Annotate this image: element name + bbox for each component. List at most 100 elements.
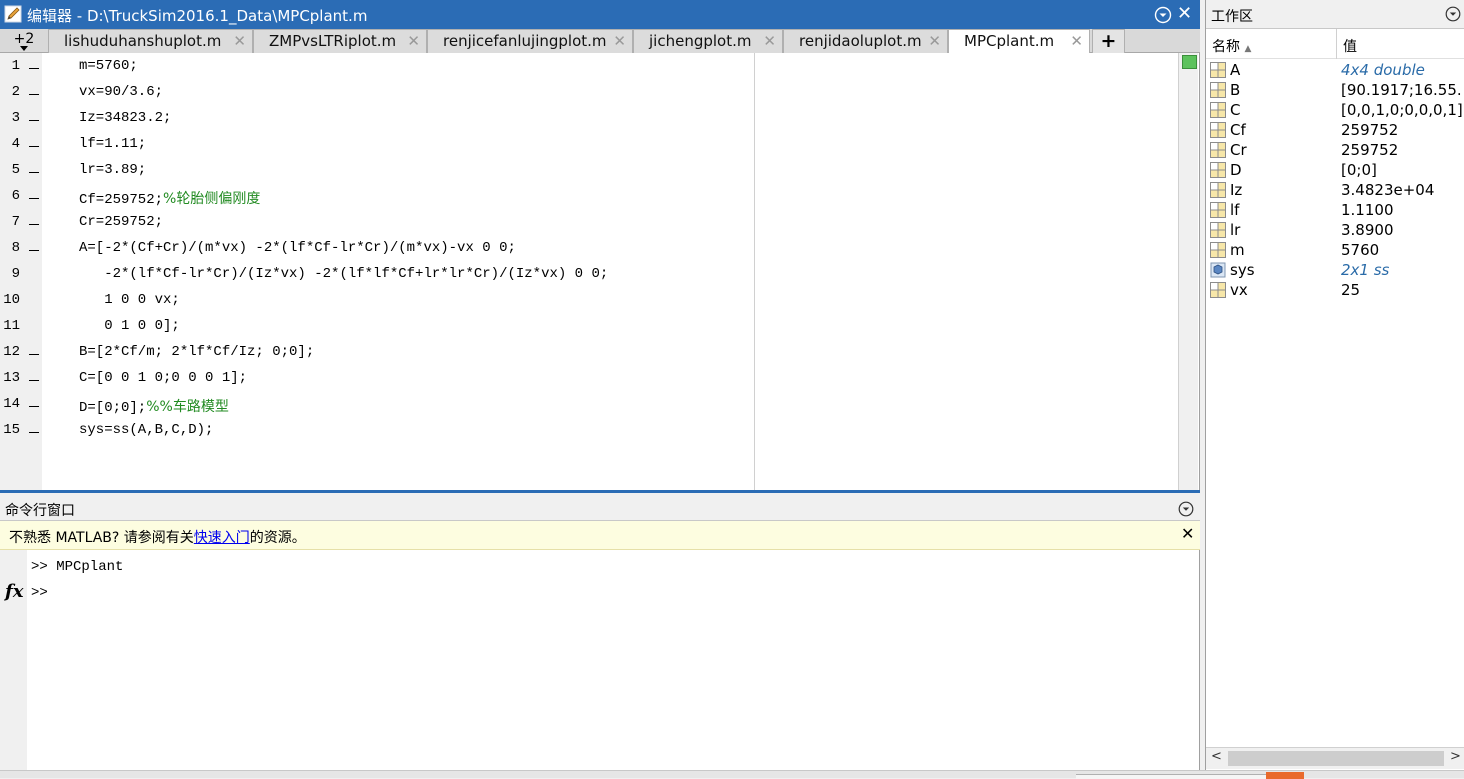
value-column-header[interactable]: 值 — [1343, 36, 1357, 56]
workspace-variable-row[interactable]: lr 3.8900 — [1206, 220, 1464, 240]
command-window-options-icon[interactable] — [1178, 501, 1194, 517]
workspace-variable-row[interactable]: vx 25 — [1206, 280, 1464, 300]
workspace-variable-row[interactable]: B [90.1917;16.55... — [1206, 80, 1464, 100]
hidden-tabs-count: +2 — [13, 31, 35, 47]
editor-tab[interactable]: renjicefanlujingplot.m ✕ — [427, 29, 633, 53]
variable-value: 1.1100 — [1341, 201, 1394, 219]
editor-tab[interactable]: jichengplot.m ✕ — [633, 29, 783, 53]
variable-name: m — [1230, 241, 1245, 259]
tab-close-icon[interactable]: ✕ — [763, 32, 776, 50]
breakpoint-dash[interactable] — [29, 406, 39, 407]
code-line[interactable]: Cf=259752;%轮胎侧偏刚度 — [79, 188, 260, 208]
code-line[interactable]: lr=3.89; — [79, 162, 146, 178]
code-line[interactable]: 0 1 0 0]; — [79, 318, 180, 334]
name-column-header[interactable]: 名称 ▲ — [1212, 36, 1251, 56]
code-text: Cr=259752; — [79, 214, 164, 230]
code-text: Cf=259752; — [79, 192, 164, 208]
matrix-icon — [1210, 182, 1226, 198]
variable-name: Cr — [1230, 141, 1247, 159]
quick-start-link[interactable]: 快速入门 — [194, 530, 250, 546]
code-line[interactable]: A=[-2*(Cf+Cr)/(m*vx) -2*(lf*Cf-lr*Cr)/(m… — [79, 240, 516, 256]
breakpoint-dash[interactable] — [29, 172, 39, 173]
code-line[interactable]: C=[0 0 1 0;0 0 0 1]; — [79, 370, 247, 386]
notice-close-icon[interactable]: ✕ — [1181, 524, 1194, 543]
editor-tab[interactable]: renjidaoluplot.m ✕ — [783, 29, 948, 53]
line-number-gutter[interactable]: 1 2 3 4 5 6 7 8 9 10 11 12 13 14 15 — [0, 53, 42, 491]
workspace-variable-row[interactable]: A 4x4 double — [1206, 60, 1464, 80]
workspace-variable-row[interactable]: lf 1.1100 — [1206, 200, 1464, 220]
variable-value: 3.8900 — [1341, 221, 1394, 239]
editor-tab[interactable]: lishuduhanshuplot.m ✕ — [48, 29, 253, 53]
breakpoint-dash[interactable] — [29, 224, 39, 225]
code-line[interactable]: lf=1.11; — [79, 136, 146, 152]
workspace-variable-row[interactable]: sys 2x1 ss — [1206, 260, 1464, 280]
workspace-variable-row[interactable]: D [0;0] — [1206, 160, 1464, 180]
breakpoint-dash[interactable] — [29, 354, 39, 355]
code-line[interactable]: B=[2*Cf/m; 2*lf*Cf/Iz; 0;0]; — [79, 344, 314, 360]
workspace-horizontal-scrollbar[interactable]: < > — [1206, 747, 1464, 769]
variable-name: B — [1230, 81, 1241, 99]
scroll-left-icon[interactable]: < — [1211, 749, 1222, 764]
scroll-right-icon[interactable]: > — [1450, 749, 1461, 764]
code-line[interactable]: Iz=34823.2; — [79, 110, 171, 126]
code-analyzer-ok-indicator[interactable] — [1182, 55, 1197, 69]
variable-value: 25 — [1341, 281, 1361, 299]
code-line[interactable]: sys=ss(A,B,C,D); — [79, 422, 213, 438]
workspace-variable-row[interactable]: Iz 3.4823e+04 — [1206, 180, 1464, 200]
line-number: 9 — [11, 266, 20, 282]
editor-tab[interactable]: ZMPvsLTRiplot.m ✕ — [253, 29, 427, 53]
name-column-label: 名称 — [1212, 39, 1240, 55]
workspace-title: 工作区 — [1211, 9, 1253, 25]
code-line[interactable]: vx=90/3.6; — [79, 84, 163, 100]
getting-started-notice: 不熟悉 MATLAB? 请参阅有关快速入门的资源。 ✕ — [0, 521, 1200, 550]
breakpoint-dash[interactable] — [29, 250, 39, 251]
editor-tab[interactable]: MPCplant.m ✕ — [948, 29, 1090, 54]
scrollbar-thumb[interactable] — [1228, 751, 1444, 766]
editor-options-menu-icon[interactable] — [1154, 6, 1172, 24]
tab-close-icon[interactable]: ✕ — [613, 32, 626, 50]
workspace-variable-row[interactable]: Cr 259752 — [1206, 140, 1464, 160]
line-number: 3 — [11, 110, 20, 126]
matrix-icon — [1210, 222, 1226, 238]
code-line[interactable]: -2*(lf*Cf-lr*Cr)/(Iz*vx) -2*(lf*lf*Cf+lr… — [79, 266, 608, 282]
breakpoint-dash[interactable] — [29, 146, 39, 147]
line-number: 5 — [11, 162, 20, 178]
breakpoint-dash[interactable] — [29, 120, 39, 121]
workspace-variable-row[interactable]: m 5760 — [1206, 240, 1464, 260]
code-line[interactable]: m=5760; — [79, 58, 138, 74]
code-line[interactable]: D=[0;0];%%车路模型 — [79, 396, 229, 416]
code-text: sys=ss(A,B,C,D); — [79, 422, 214, 438]
new-tab-button[interactable]: + — [1092, 29, 1125, 53]
editor-tab-label: renjicefanlujingplot.m — [443, 32, 607, 50]
editor-title-bar[interactable]: 编辑器 - D:\TruckSim2016.1_Data\MPCplant.m … — [0, 0, 1200, 29]
code-line[interactable]: Cr=259752; — [79, 214, 163, 230]
column-separator[interactable] — [1336, 29, 1337, 59]
code-line[interactable]: 1 0 0 vx; — [79, 292, 180, 308]
code-text: D=[0;0]; — [79, 400, 147, 416]
breakpoint-dash[interactable] — [29, 94, 39, 95]
breakpoint-dash[interactable] — [29, 198, 39, 199]
variable-name: lr — [1230, 221, 1241, 239]
breakpoint-dash[interactable] — [29, 432, 39, 433]
workspace-variable-row[interactable]: C [0,0,1,0;0,0,0,1] — [1206, 100, 1464, 120]
tab-close-icon[interactable]: ✕ — [928, 32, 941, 50]
breakpoint-dash[interactable] — [29, 380, 39, 381]
function-browser-icon[interactable]: fx — [5, 581, 23, 602]
code-area[interactable]: m=5760; vx=90/3.6; Iz=34823.2; lf=1.11; lr=3… — [42, 53, 1178, 491]
command-prompt[interactable]: >> — [31, 585, 48, 601]
workspace-options-icon[interactable] — [1445, 6, 1461, 22]
editor-close-icon[interactable]: ✕ — [1177, 3, 1192, 24]
hidden-tabs-button[interactable]: +2 — [0, 29, 48, 53]
editor-vertical-scrollbar[interactable] — [1178, 53, 1198, 491]
workspace-variable-row[interactable]: Cf 259752 — [1206, 120, 1464, 140]
line-number: 6 — [11, 188, 20, 204]
variable-value: 5760 — [1341, 241, 1380, 259]
variable-name: Iz — [1230, 181, 1243, 199]
editor-panel: 编辑器 - D:\TruckSim2016.1_Data\MPCplant.m … — [0, 0, 1200, 493]
tab-close-icon[interactable]: ✕ — [233, 32, 246, 50]
line-number: 8 — [11, 240, 20, 256]
tab-close-icon[interactable]: ✕ — [1070, 32, 1083, 50]
variable-value: 4x4 double — [1341, 61, 1425, 79]
tab-close-icon[interactable]: ✕ — [407, 32, 420, 50]
breakpoint-dash[interactable] — [29, 68, 39, 69]
